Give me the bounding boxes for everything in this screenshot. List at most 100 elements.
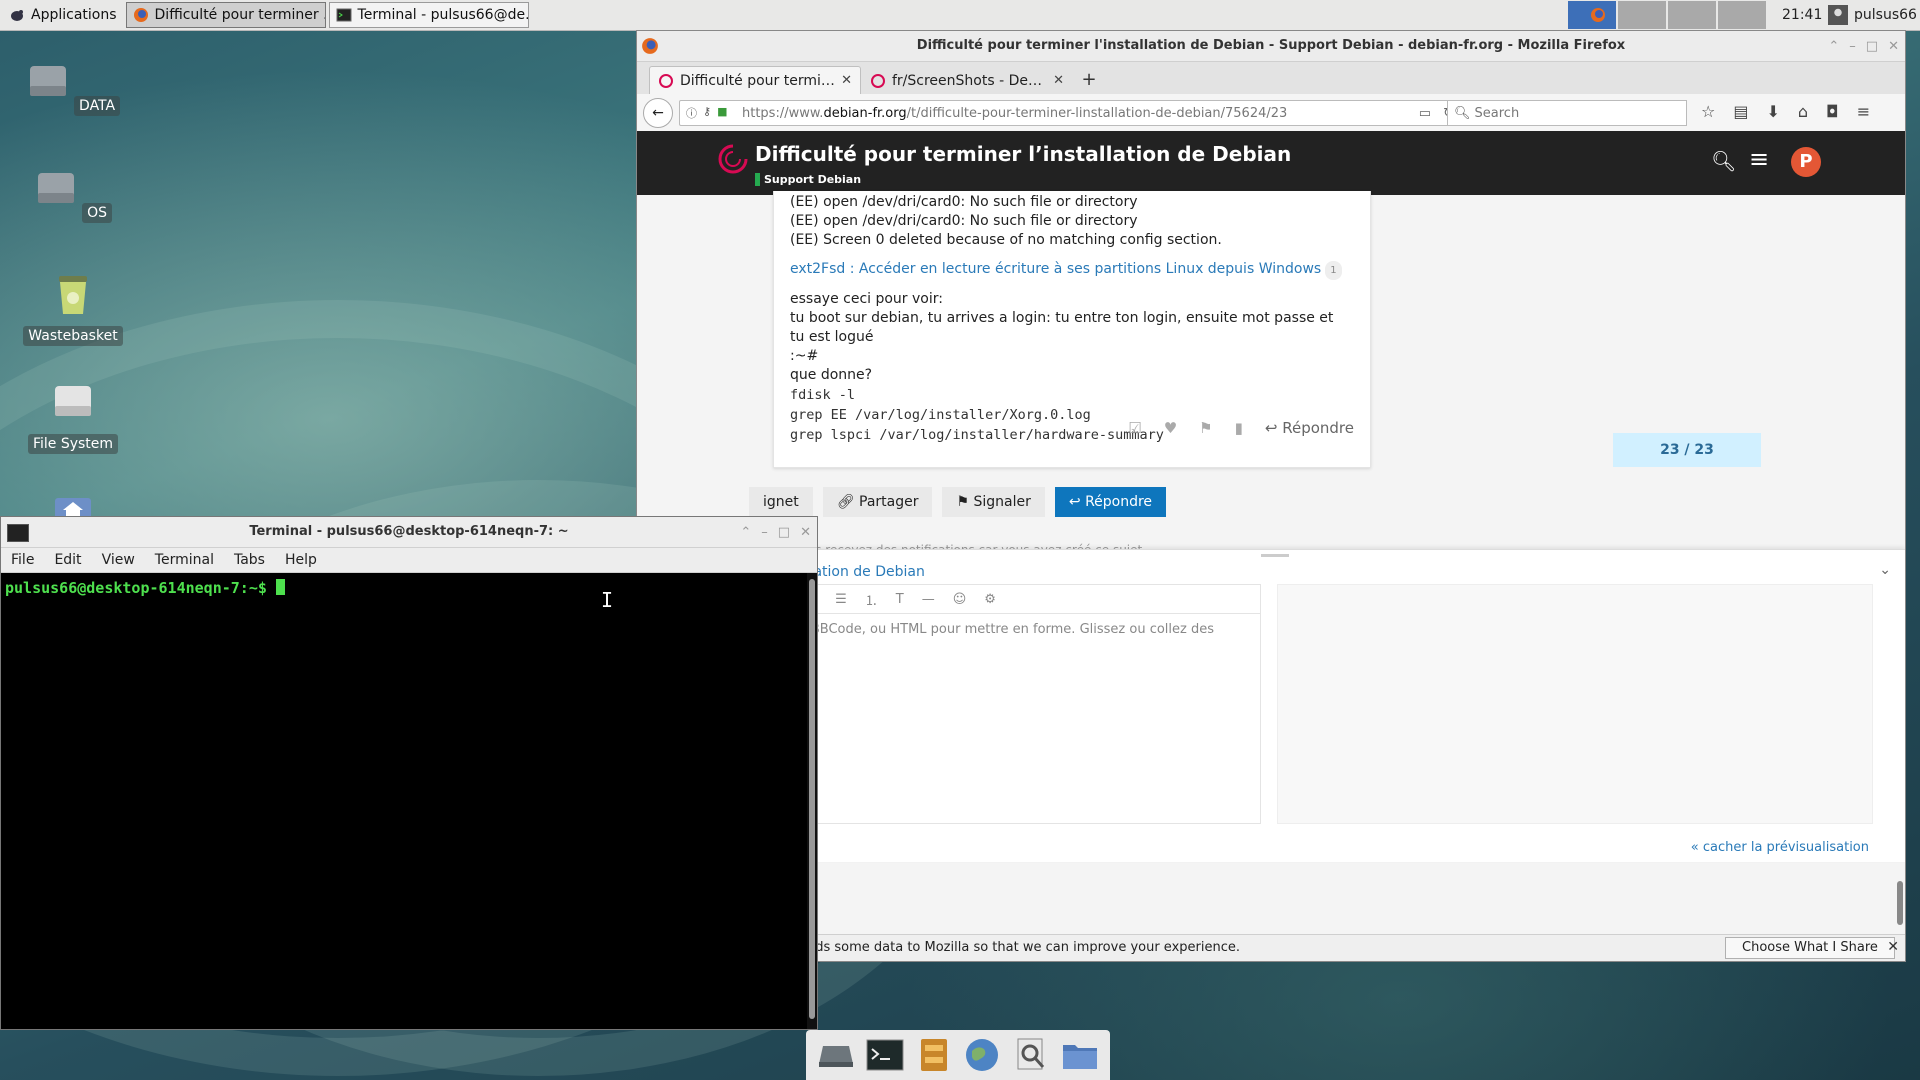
close-icon[interactable]: ✕	[1888, 39, 1899, 54]
share-button[interactable]: 🔗︎ Partager	[822, 487, 933, 517]
workspace-1[interactable]	[1568, 1, 1618, 29]
home-icon[interactable]: ⌂	[1798, 102, 1808, 121]
horizontal-rule-icon[interactable]: —	[922, 592, 935, 607]
workspace-3[interactable]	[1668, 1, 1718, 29]
menu-help[interactable]: Help	[275, 552, 327, 568]
menu-edit[interactable]: Edit	[44, 552, 91, 568]
close-icon[interactable]: ✕	[800, 525, 811, 540]
composer-textarea[interactable]: kdown, BBCode, ou HTML pour mettre en fo…	[749, 614, 1261, 824]
terminal-titlebar[interactable]: Terminal - pulsus66@desktop-614neqn-7: ~…	[1, 517, 817, 548]
dock-app-finder[interactable]	[1011, 1035, 1051, 1075]
topic-title[interactable]: Difficulté pour terminer l’installation …	[755, 142, 1291, 166]
composer-resize-grip[interactable]	[1261, 554, 1289, 557]
hamburger-menu-icon[interactable]: ≡	[1749, 145, 1769, 173]
bookmark-topic-button[interactable]: ignet	[749, 487, 813, 517]
flag-topic-button[interactable]: ⚑ Signaler	[942, 487, 1045, 517]
data-collection-notification-bar: nds some data to Mozilla so that we can …	[637, 934, 1905, 961]
emoji-icon[interactable]: ☺	[953, 592, 967, 607]
applications-menu-button[interactable]: Applications	[3, 2, 123, 28]
hide-preview-link[interactable]: « cacher la prévisualisation	[1691, 840, 1869, 855]
code-line: fdisk -l	[790, 387, 856, 403]
window-title: Difficulté pour terminer l'installation …	[916, 38, 1626, 53]
terminal-scroll-thumb[interactable]	[809, 579, 815, 1019]
reply-arrow-icon: ↩	[1264, 419, 1278, 437]
tab-screenshots[interactable]: fr/ScreenShots - Debi... ✕	[861, 66, 1073, 94]
user-menu[interactable]: pulsus66	[1828, 0, 1917, 30]
xfce-mouse-icon	[11, 10, 23, 21]
bookmark-icon[interactable]: ▮	[1235, 419, 1243, 437]
workspace-4[interactable]	[1718, 1, 1768, 29]
minimize-icon[interactable]: –	[1849, 39, 1856, 54]
trash-icon	[59, 276, 87, 314]
tab-close-icon[interactable]: ✕	[841, 73, 852, 88]
like-heart-icon[interactable]: ♥	[1164, 419, 1177, 437]
menu-file[interactable]: File	[1, 552, 44, 568]
dock-file-manager[interactable]	[914, 1035, 954, 1075]
new-tab-button[interactable]: +	[1073, 66, 1105, 94]
workspace-switcher[interactable]	[1568, 1, 1768, 29]
desktop-icon-wastebasket[interactable]: Wastebasket	[23, 272, 123, 346]
search-icon[interactable]: 🔍︎	[1711, 149, 1736, 173]
debian-swirl-icon	[659, 73, 673, 88]
firefox-titlebar[interactable]: Difficulté pour terminer l'installation …	[637, 31, 1905, 62]
taskbar-button-firefox[interactable]: Difficulté pour terminer ...	[125, 2, 326, 28]
desktop-icon-os[interactable]: OS	[23, 167, 123, 223]
minimize-icon[interactable]: –	[761, 525, 768, 540]
bookmark-star-icon[interactable]: ☆	[1701, 102, 1715, 121]
hamburger-menu-icon[interactable]: ≡	[1857, 102, 1870, 121]
search-input[interactable]: 🔍︎ Search	[1447, 100, 1687, 126]
text-heading-icon[interactable]: T	[896, 592, 904, 607]
dock-folder[interactable]	[1060, 1035, 1100, 1075]
tab-close-icon[interactable]: ✕	[1053, 73, 1064, 88]
terminal-output[interactable]: pulsus66@desktop-614neqn-7:~$	[1, 573, 809, 1029]
mouse-ibeam-cursor-icon: I	[601, 588, 614, 612]
numbered-list-icon[interactable]: ⒈	[865, 590, 878, 609]
maximize-icon[interactable]: □	[778, 525, 790, 540]
dock-web-browser[interactable]	[962, 1035, 1002, 1075]
download-icon[interactable]: ⬇	[1766, 102, 1779, 121]
window-shade-icon[interactable]: ⌃	[740, 525, 751, 540]
log-line: (EE) open /dev/dri/card0: No such file o…	[790, 213, 1138, 229]
reply-button[interactable]: ↩ Répondre	[1054, 487, 1167, 517]
debian-logo-icon[interactable]	[717, 143, 749, 175]
desktop-icon-file-system[interactable]: File System	[23, 380, 123, 454]
workspace-2[interactable]	[1618, 1, 1668, 29]
tab-difficulte[interactable]: Difficulté pour termin... ✕	[649, 66, 861, 94]
taskbar-button-terminal[interactable]: Terminal - pulsus66@de...	[328, 2, 529, 28]
link-icon: 🔗︎	[836, 494, 855, 510]
window-shade-icon[interactable]: ⌃	[1828, 39, 1839, 54]
chevron-down-icon[interactable]: ⌄	[1879, 562, 1891, 578]
post-link[interactable]: ext2Fsd : Accéder en lecture écriture à …	[790, 261, 1321, 277]
url-bar[interactable]: ⓘ ⚷ ■ https://www.debian-fr.org/t/diffic…	[679, 100, 1463, 126]
menu-tabs[interactable]: Tabs	[224, 552, 275, 568]
topic-progress[interactable]: 23 / 23	[1613, 433, 1761, 467]
pocket-icon[interactable]: ◘	[1826, 102, 1839, 121]
dock-show-desktop[interactable]	[816, 1035, 856, 1075]
dock-terminal[interactable]	[865, 1035, 905, 1075]
bullet-list-icon[interactable]: ☰	[835, 592, 847, 607]
user-avatar-icon	[1828, 5, 1848, 25]
gear-icon[interactable]: ⚙	[984, 592, 996, 607]
choose-what-i-share-button[interactable]: Choose What I Share	[1725, 937, 1895, 959]
info-icon[interactable]: ⓘ	[686, 105, 697, 121]
avatar[interactable]: P	[1791, 147, 1821, 177]
web-page: Difficulté pour terminer l’installation …	[637, 131, 1905, 961]
back-button[interactable]: ←	[643, 98, 673, 128]
browser-globe-icon	[966, 1039, 999, 1071]
category-badge[interactable]: Support Debian	[755, 173, 861, 186]
desktop-icon-data[interactable]: DATA	[23, 60, 123, 116]
close-icon[interactable]: ✕	[1887, 939, 1899, 955]
post-reply-button[interactable]: ↩ Répondre	[1265, 419, 1354, 437]
maximize-icon[interactable]: □	[1866, 39, 1878, 54]
post-paragraph: essaye ceci pour voir:	[790, 291, 943, 307]
text-cursor	[275, 579, 285, 595]
bookmarks-library-icon[interactable]: ▤	[1733, 102, 1748, 121]
menu-terminal[interactable]: Terminal	[145, 552, 224, 568]
flag-icon[interactable]: ⚑	[1199, 419, 1212, 437]
menu-view[interactable]: View	[92, 552, 145, 568]
reader-view-icon[interactable]: ▭	[1419, 106, 1431, 121]
solved-check-icon[interactable]: ☑	[1128, 419, 1141, 437]
search-icon	[1017, 1038, 1045, 1070]
panel-clock[interactable]: 21:41	[1782, 0, 1822, 30]
page-scrollbar[interactable]	[1897, 881, 1903, 925]
